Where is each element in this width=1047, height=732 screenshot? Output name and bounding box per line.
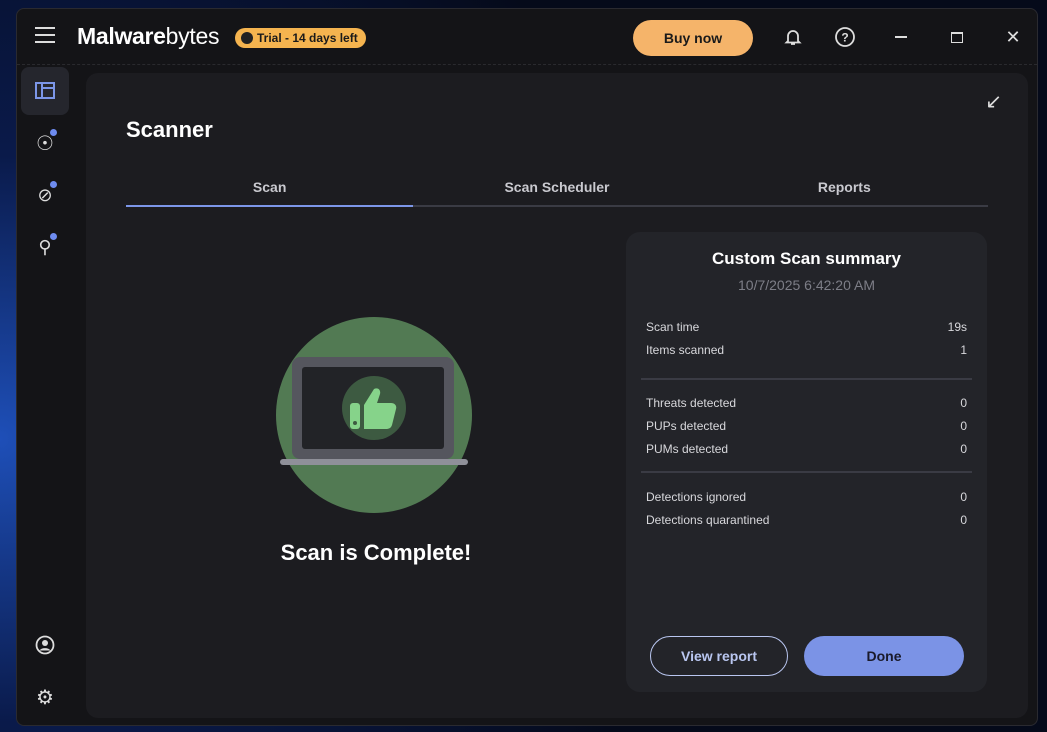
summary-row: Scan time 19s — [646, 319, 967, 334]
laptop-thumbs-up-illustration — [276, 317, 472, 513]
sidebar-item-account[interactable] — [21, 621, 69, 669]
summary-row: Threats detected 0 — [646, 395, 967, 410]
summary-row: Detections ignored 0 — [646, 489, 967, 504]
collapse-arrow-icon[interactable]: ↙ — [985, 89, 1002, 114]
view-report-button[interactable]: View report — [650, 636, 788, 676]
account-icon — [35, 635, 55, 655]
minimize-icon[interactable] — [889, 25, 913, 49]
sidebar-item-tools[interactable]: ⚲ — [21, 223, 69, 271]
done-button[interactable]: Done — [804, 636, 964, 676]
menu-icon[interactable] — [35, 27, 55, 43]
sidebar-item-privacy[interactable]: ⊘ — [21, 171, 69, 219]
app-window: Malwarebytes Trial - 14 days left Buy no… — [16, 8, 1038, 726]
scan-complete-message: Scan is Complete! — [280, 540, 472, 565]
divider — [641, 378, 972, 380]
summary-row: Items scanned 1 — [646, 342, 967, 357]
sidebar-item-settings[interactable]: ⚙ — [21, 673, 69, 721]
page-title: Scanner — [126, 117, 213, 142]
buy-now-button[interactable]: Buy now — [633, 20, 753, 56]
sidebar-item-dashboard[interactable] — [21, 67, 69, 115]
sidebar: ☉ ⊘ ⚲ ⚙ — [17, 66, 85, 725]
maximize-icon[interactable] — [945, 25, 969, 49]
dashboard-icon — [35, 82, 55, 99]
help-icon[interactable]: ? — [833, 25, 857, 49]
tab-bar: Scan Scan Scheduler Reports — [126, 173, 988, 207]
tab-reports[interactable]: Reports — [701, 173, 988, 205]
summary-row: Detections quarantined 0 — [646, 512, 967, 527]
scanner-panel: Scanner ↙ Scan Scan Scheduler Reports Sc… — [86, 73, 1028, 718]
malwarebytes-logo: Malwarebytes — [77, 23, 220, 49]
sidebar-item-protection[interactable]: ☉ — [21, 119, 69, 167]
summary-date: 10/7/2025 6:42:20 AM — [738, 277, 875, 293]
tab-scan[interactable]: Scan — [126, 173, 414, 207]
summary-title: Custom Scan summary — [712, 249, 901, 268]
gear-icon: ⚙ — [36, 686, 54, 709]
eye-slash-icon: ⊘ — [37, 184, 53, 205]
tools-icon: ⚲ — [38, 236, 52, 257]
tab-scan-scheduler[interactable]: Scan Scheduler — [413, 173, 700, 205]
divider — [641, 471, 972, 473]
bell-icon[interactable] — [781, 25, 805, 49]
trial-label: Trial - 14 days left — [257, 31, 358, 45]
clock-icon — [241, 32, 253, 44]
summary-row: PUPs detected 0 — [646, 418, 967, 433]
title-bar: Malwarebytes Trial - 14 days left Buy no… — [17, 9, 1037, 65]
svg-text:?: ? — [841, 31, 848, 45]
close-icon[interactable]: ✕ — [1001, 25, 1025, 49]
summary-row: PUMs detected 0 — [646, 441, 967, 456]
scan-summary-card: Custom Scan summary 10/7/2025 6:42:20 AM… — [626, 232, 987, 692]
trial-badge[interactable]: Trial - 14 days left — [235, 28, 366, 48]
